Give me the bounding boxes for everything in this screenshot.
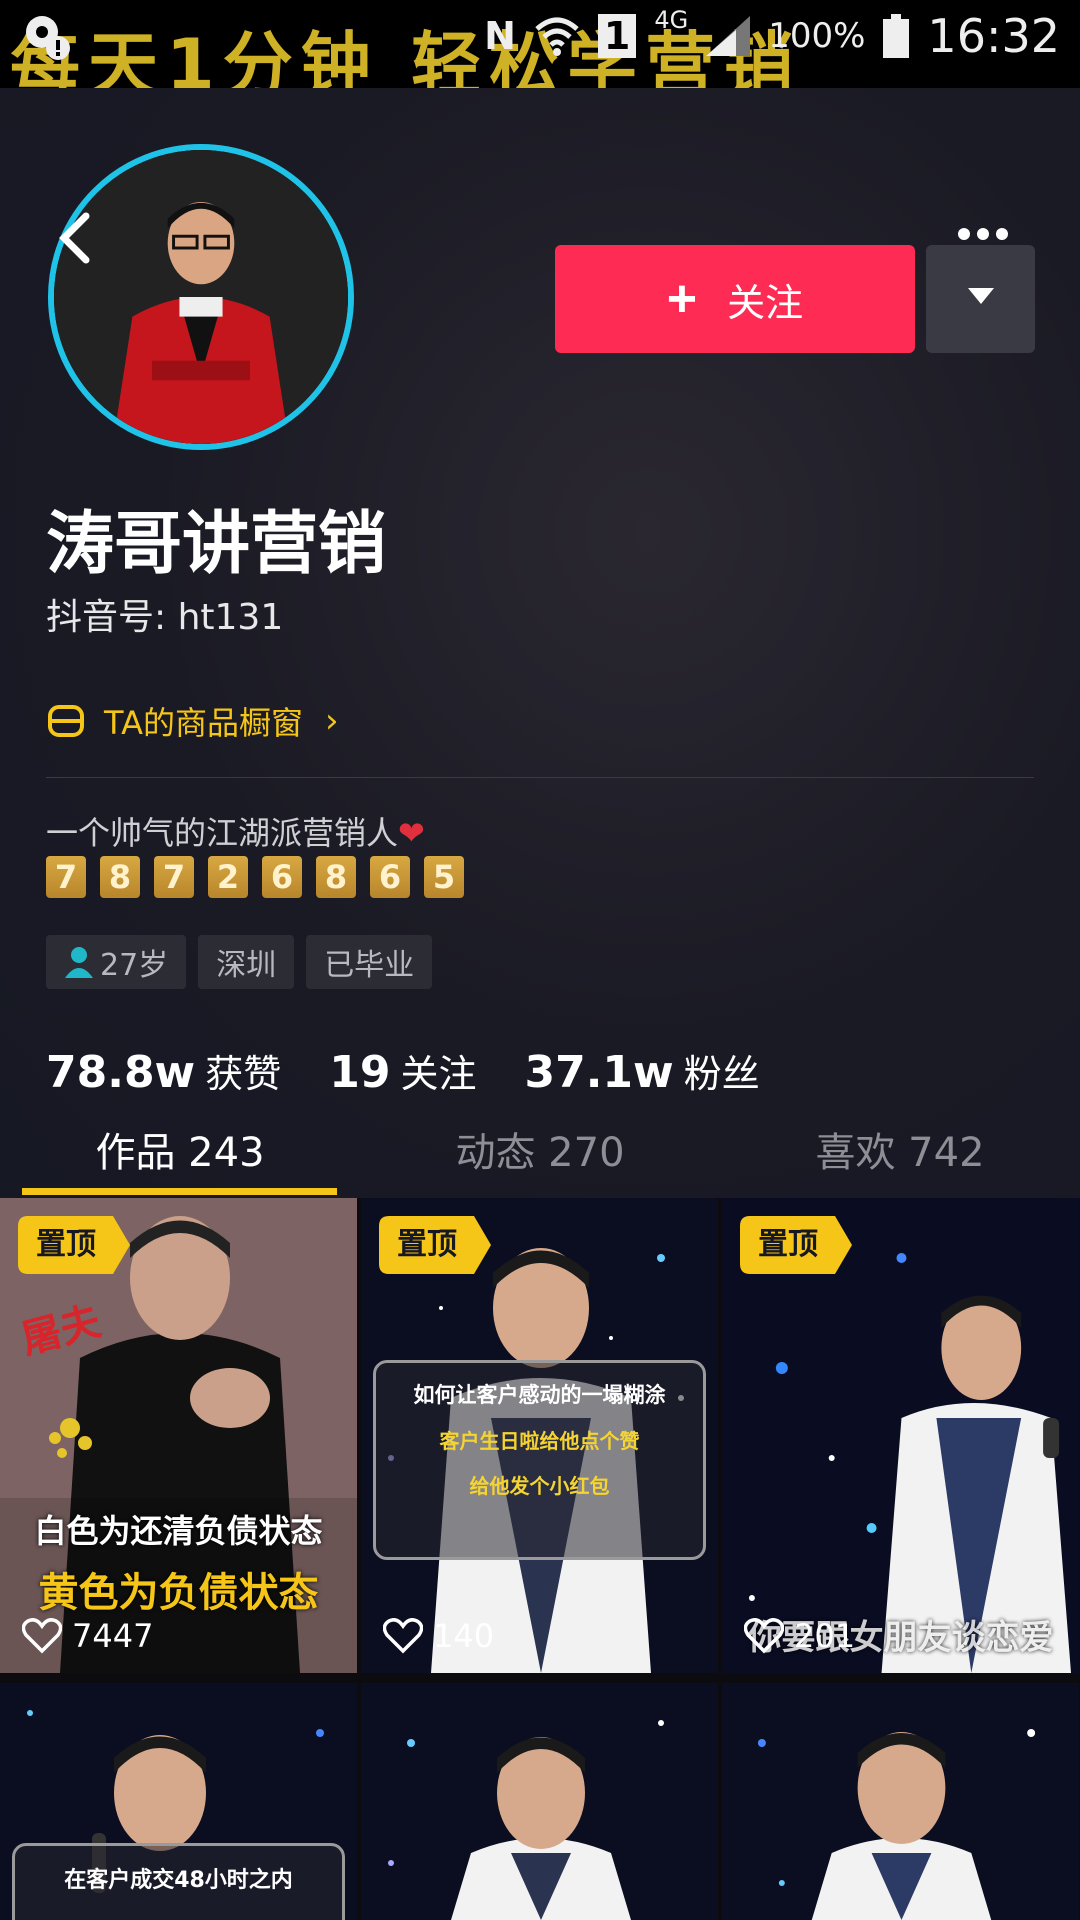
tag-city: 深圳 (198, 935, 295, 989)
digit-emoji: 6 (262, 856, 302, 898)
more-options-icon[interactable] (958, 228, 1008, 248)
video-caption-bottom: 黄色为负债状态 (38, 1570, 319, 1616)
video-like-count: 140 (383, 1617, 494, 1655)
profile-header: + 关注 涛哥讲营销 抖音号: ht131 TA的商品橱窗 › 一个帅气的江湖派… (0, 88, 1080, 1198)
person-icon (65, 947, 93, 978)
video-cover-image (722, 1683, 1079, 1920)
tab-works[interactable]: 作品 243 (0, 1100, 360, 1198)
tag-school: 已毕业 (306, 935, 433, 989)
video-thumbnail[interactable]: 如何让客户感动的一塌糊涂 客户生日啦给他点个赞 给他发个小红包 置顶 140 (361, 1198, 718, 1673)
heart-outline-icon (22, 1618, 62, 1654)
profile-nickname: 涛哥讲营销 (46, 505, 387, 584)
digit-emoji: 5 (424, 856, 464, 898)
video-thumbnail[interactable] (722, 1683, 1079, 1920)
follow-button[interactable]: + 关注 (555, 245, 915, 353)
divider (46, 777, 1034, 778)
video-subtitle-line: 客户生日啦给他点个赞 (439, 1429, 640, 1453)
digit-emoji: 8 (316, 856, 356, 898)
chevron-right-icon: › (324, 701, 339, 741)
profile-stats: 78.8w 获赞 19 关注 37.1w 粉丝 (46, 1043, 760, 1098)
pinned-label: 置顶 (397, 1227, 457, 1262)
stat-followers[interactable]: 37.1w 粉丝 (524, 1043, 759, 1098)
bio-text: 一个帅气的江湖派营销人❤ (46, 808, 425, 854)
tag-age-label: 27岁 (100, 948, 169, 983)
stat-likes: 78.8w 获赞 (46, 1043, 281, 1098)
digit-emoji: 7 (46, 856, 86, 898)
digit-emoji: 7 (154, 856, 194, 898)
signal-icon (706, 16, 751, 56)
stat-followers-count: 37.1w (524, 1047, 674, 1098)
tag-city-label: 深圳 (216, 948, 277, 983)
tag-age: 27岁 (46, 935, 187, 989)
video-cover-image (361, 1683, 718, 1920)
stat-following-label: 关注 (400, 1052, 477, 1096)
shop-icon (48, 705, 84, 737)
stat-likes-count: 78.8w (46, 1047, 196, 1098)
digit-emoji: 2 (208, 856, 248, 898)
status-bar: 每天1分钟 轻松学营销 N 1 4G 100% 16:32 (0, 0, 1080, 88)
bio-number-emojis: 7 8 7 2 6 8 6 5 (46, 856, 464, 898)
like-count-text: 140 (433, 1617, 495, 1655)
video-caption-top: 白色为还清负债状态 (34, 1512, 323, 1550)
like-count-text: 201 (794, 1617, 856, 1655)
video-thumbnail[interactable]: 你要跟女朋友谈恋爱 置顶 201 (722, 1198, 1079, 1673)
shop-window-link[interactable]: TA的商品橱窗 › (46, 696, 339, 746)
tab-dynamics[interactable]: 动态 270 (360, 1100, 720, 1198)
pinned-badge: 置顶 (379, 1216, 491, 1274)
tab-likes[interactable]: 喜欢 742 (720, 1100, 1080, 1198)
pinned-badge: 置顶 (740, 1216, 852, 1274)
video-subtitle-line: 给他发个小红包 (469, 1474, 610, 1498)
heart-outline-icon (744, 1618, 784, 1654)
wifi-icon (535, 17, 579, 56)
notification-icon (26, 16, 70, 60)
like-count-text: 7447 (72, 1617, 154, 1655)
pinned-label: 置顶 (758, 1227, 818, 1262)
pinned-badge: 置顶 (18, 1216, 130, 1274)
sim-indicator: 1 (597, 14, 637, 58)
shop-window-label: TA的商品橱窗 (104, 704, 303, 742)
digit-emoji: 6 (370, 856, 410, 898)
video-thumbnail[interactable]: 屠夫 白色为还清负债状态 黄色为负债状态 置顶 7447 (0, 1198, 357, 1673)
avatar-image (54, 150, 348, 444)
stat-likes-label: 获赞 (205, 1052, 282, 1096)
profile-tags: 27岁 深圳 已毕业 (46, 935, 433, 989)
bio-line: 一个帅气的江湖派营销人 (46, 814, 399, 852)
stat-followers-label: 粉丝 (683, 1052, 760, 1096)
stat-following-count: 19 (329, 1047, 391, 1098)
plus-icon: + (666, 270, 698, 328)
heart-outline-icon (383, 1618, 423, 1654)
stat-following[interactable]: 19 关注 (329, 1043, 476, 1098)
clock: 16:32 (927, 9, 1060, 63)
account-id: 抖音号: ht131 (46, 597, 284, 638)
back-icon[interactable] (52, 210, 96, 266)
tab-indicator (22, 1188, 337, 1195)
video-subtitle-line: 如何让客户感动的一塌糊涂 (413, 1383, 666, 1407)
avatar[interactable] (48, 144, 354, 450)
follow-label: 关注 (727, 282, 804, 325)
content-tabs: 作品 243 动态 270 喜欢 742 (0, 1100, 1080, 1198)
heart-emoji: ❤ (398, 814, 425, 852)
tag-school-label: 已毕业 (324, 948, 415, 983)
video-like-count: 7447 (22, 1617, 153, 1655)
video-thumbnail[interactable] (361, 1683, 718, 1920)
video-subtitle-line: 在客户成交48小时之内 (64, 1868, 293, 1893)
battery-percent: 100% (768, 16, 866, 56)
nfc-icon: N (484, 14, 516, 58)
video-subtitle-box: 如何让客户感动的一塌糊涂 客户生日啦给他点个赞 给他发个小红包 (373, 1360, 706, 1560)
digit-emoji: 8 (100, 856, 140, 898)
video-like-count: 201 (744, 1617, 855, 1655)
video-subtitle-box: 在客户成交48小时之内 (12, 1843, 345, 1920)
chevron-down-icon (968, 288, 994, 304)
pinned-label: 置顶 (36, 1227, 96, 1262)
video-grid: 屠夫 白色为还清负债状态 黄色为负债状态 置顶 7447 如何让客户感动的一塌糊… (0, 1198, 1080, 1920)
status-icons: N 1 4G 100% 16:32 (484, 6, 1060, 66)
network-type: 4G (654, 6, 689, 34)
video-thumbnail[interactable]: 在客户成交48小时之内 (0, 1683, 357, 1920)
battery-icon (883, 14, 910, 58)
